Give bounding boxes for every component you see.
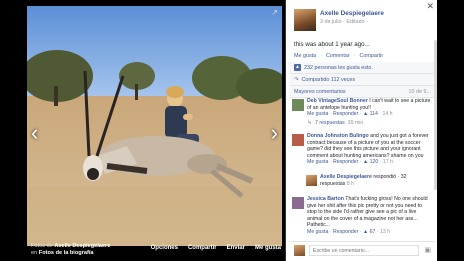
chevron-left-icon[interactable]: ‹	[31, 122, 38, 144]
comment-avatar[interactable]	[292, 197, 304, 209]
post-author[interactable]: Axelle Despiegelaere	[320, 10, 384, 17]
caption-line2: en	[31, 250, 38, 256]
comment-like-link[interactable]: Me gusta	[307, 229, 328, 235]
comment-author[interactable]: Deb VintageSoul Bonner	[307, 98, 368, 104]
avatar	[294, 245, 305, 256]
comment-like-count[interactable]: ▲ 67	[363, 229, 375, 235]
like-button[interactable]: Me gusta	[255, 245, 281, 251]
caption-prefix: Fotos de	[31, 243, 53, 249]
previous-comments-count: 10 de 9...	[408, 88, 431, 95]
send-button[interactable]: Enviar	[227, 245, 245, 251]
comment-like-link[interactable]: Me gusta	[307, 159, 328, 165]
comment-panel: ✕ Axelle Despiegelaere 3 de julio · Edit…	[285, 0, 437, 261]
likes-count[interactable]: 232 personas les gusta esto.	[304, 65, 373, 71]
comment-composer: ▣	[290, 241, 435, 257]
photo[interactable]: ↗ ‹ ›	[27, 6, 282, 246]
post-like-link[interactable]: Me gusta	[294, 53, 316, 59]
comment-author[interactable]: Donna Johnston Bulingo	[307, 133, 369, 139]
reply-arrow-icon: ↳	[307, 119, 313, 126]
avatar[interactable]	[294, 9, 316, 31]
reply-avatar[interactable]	[306, 175, 317, 186]
reply-author[interactable]: Axelle Despiegelaere	[320, 174, 372, 180]
comment-avatar[interactable]	[292, 134, 304, 146]
comment-time: 17 h	[382, 159, 393, 166]
comment-like-count[interactable]: ▲ 114	[363, 111, 378, 117]
share-button[interactable]: Compartir	[188, 245, 217, 251]
caption-owner-link[interactable]: Axelle Despiegelaere	[54, 243, 110, 249]
photo-viewer: ↗ ‹ › Fotos de Axelle Despiegelaere en F…	[0, 0, 283, 261]
post-actions: Me gusta · Comentar · Compartir	[294, 53, 383, 59]
comment-item: Donna Johnston Bulingo and you just got …	[292, 133, 433, 166]
camera-icon[interactable]: ▣	[424, 246, 431, 254]
post-text: this was about 1 year ago...	[294, 41, 370, 48]
ufi-summary: ▲ 232 personas les gusta esto. ↷ Compart…	[290, 62, 435, 98]
album-caption: Fotos de Axelle Despiegelaere en Fotos d…	[31, 243, 110, 257]
post-share-link[interactable]: Compartir	[359, 53, 383, 59]
chevron-right-icon[interactable]: ›	[271, 122, 278, 144]
post-comment-link[interactable]: Comentar	[326, 53, 350, 59]
separator-dot: ·	[353, 53, 356, 59]
previous-comments-row[interactable]: Mayores comentarios 10 de 9...	[290, 86, 435, 98]
replies-count[interactable]: 7 respuestas	[315, 120, 345, 127]
replies-time: 39 min	[347, 119, 364, 126]
post-header: Axelle Despiegelaere 3 de julio · Editad…	[294, 9, 434, 35]
previous-comments-link[interactable]: Mayores comentarios	[294, 89, 346, 95]
comment-time: 13 h	[379, 228, 391, 235]
photo-actions: Opciones Compartir Enviar Me gusta	[151, 245, 281, 251]
comment-like-link[interactable]: Me gusta	[307, 111, 328, 117]
share-arrow-icon: ↷	[294, 76, 299, 83]
options-button[interactable]: Opciones	[151, 245, 178, 251]
shares-count[interactable]: Compartido 112 veces	[302, 77, 356, 83]
comment-reply-link[interactable]: Responder	[333, 159, 358, 165]
post-meta: 3 de julio · Editado ·	[320, 19, 368, 25]
comment-author[interactable]: Jessica Barton	[307, 196, 344, 202]
expand-icon[interactable]: ↗	[271, 9, 278, 17]
comment-avatar[interactable]	[292, 99, 304, 111]
comment-reply-link[interactable]: Responder	[333, 111, 358, 117]
hunting-photo-illustration	[27, 6, 282, 246]
comment-reply-link[interactable]: Responder	[333, 229, 358, 235]
photo-caption-bar: Fotos de Axelle Despiegelaere en Fotos d…	[27, 243, 283, 259]
thumbs-up-icon: ▲	[294, 64, 301, 71]
comment-item: Jessica Barton That's fucking gross! No …	[292, 196, 433, 236]
likes-row[interactable]: ▲ 232 personas les gusta esto.	[290, 62, 435, 74]
panel-scrollbar[interactable]	[434, 40, 437, 190]
comment-meta: Me gusta · Responder · ▲ 67 · 13 h	[307, 228, 391, 235]
comment-like-count[interactable]: ▲ 120	[363, 159, 378, 165]
replies-link[interactable]: ↳ 7 respuestas 39 min	[307, 120, 433, 127]
comment-meta: Me gusta · Responder · ▲ 114 · 14 h	[307, 111, 393, 118]
caption-album-link[interactable]: Fotos de la biografía	[39, 250, 94, 256]
comment-meta: Me gusta · Responder · ▲ 120 · 17 h	[307, 159, 393, 166]
comment-input[interactable]	[309, 245, 419, 256]
shares-row[interactable]: ↷ Compartido 112 veces	[290, 74, 435, 86]
comment-item: Deb VintageSoul Bonner I can't wait to s…	[292, 98, 433, 126]
nested-reply: Axelle Despiegelaere respondió · 32 resp…	[306, 174, 433, 187]
separator-dot: ·	[320, 53, 322, 59]
comment-time: 14 h	[382, 111, 393, 118]
reply-time: 8 h	[346, 180, 355, 187]
